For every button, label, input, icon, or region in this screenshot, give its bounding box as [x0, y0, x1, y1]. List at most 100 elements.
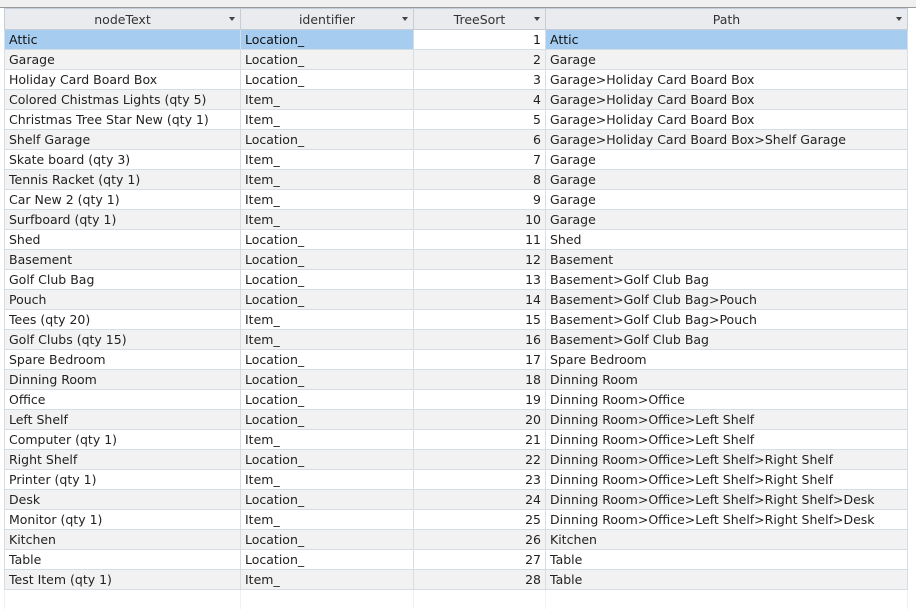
table-row[interactable]: PouchLocation_14Basement>Golf Club Bag>P… — [5, 290, 908, 310]
cell-nodetext[interactable]: Tees (qty 20) — [5, 310, 241, 330]
cell-path[interactable]: Garage>Holiday Card Board Box — [546, 110, 908, 130]
table-row[interactable]: Computer (qty 1)Item_21Dinning Room>Offi… — [5, 430, 908, 450]
table-row[interactable]: Colored Chistmas Lights (qty 5)Item_4Gar… — [5, 90, 908, 110]
table-row[interactable]: Printer (qty 1)Item_23Dinning Room>Offic… — [5, 470, 908, 490]
column-header-nodetext[interactable]: nodeText — [5, 9, 241, 30]
column-header-identifier[interactable]: identifier — [241, 9, 414, 30]
cell-identifier[interactable]: Item_ — [241, 330, 414, 350]
cell-path[interactable]: Garage — [546, 210, 908, 230]
cell-identifier[interactable]: Location_ — [241, 30, 414, 50]
cell-treesort[interactable]: 4 — [414, 90, 546, 110]
cell-identifier[interactable]: Item_ — [241, 210, 414, 230]
cell-path[interactable]: Kitchen — [546, 530, 908, 550]
cell-nodetext[interactable]: Dinning Room — [5, 370, 241, 390]
table-row[interactable]: GarageLocation_2Garage — [5, 50, 908, 70]
cell-path[interactable]: Dinning Room>Office>Left Shelf>Right She… — [546, 450, 908, 470]
table-row[interactable]: ShedLocation_11Shed — [5, 230, 908, 250]
table-row[interactable]: OfficeLocation_19Dinning Room>Office — [5, 390, 908, 410]
cell-identifier[interactable]: Location_ — [241, 130, 414, 150]
cell-path[interactable]: Garage — [546, 170, 908, 190]
cell-treesort[interactable]: 26 — [414, 530, 546, 550]
cell-treesort[interactable]: 20 — [414, 410, 546, 430]
cell-nodetext[interactable]: Shelf Garage — [5, 130, 241, 150]
cell-treesort[interactable]: 18 — [414, 370, 546, 390]
cell-identifier[interactable]: Location_ — [241, 350, 414, 370]
table-row[interactable]: Test Item (qty 1)Item_28Table — [5, 570, 908, 590]
cell-treesort[interactable]: 2 — [414, 50, 546, 70]
cell-path[interactable]: Dinning Room>Office — [546, 390, 908, 410]
dropdown-arrow-icon[interactable] — [402, 17, 408, 21]
cell-identifier[interactable]: Item_ — [241, 190, 414, 210]
cell-treesort[interactable]: 28 — [414, 570, 546, 590]
cell-path[interactable]: Dinning Room>Office>Left Shelf — [546, 410, 908, 430]
cell-nodetext[interactable]: Christmas Tree Star New (qty 1) — [5, 110, 241, 130]
cell-nodetext[interactable]: Pouch — [5, 290, 241, 310]
table-row[interactable]: Golf Clubs (qty 15)Item_16Basement>Golf … — [5, 330, 908, 350]
cell-nodetext[interactable]: Golf Clubs (qty 15) — [5, 330, 241, 350]
cell-treesort[interactable]: 10 — [414, 210, 546, 230]
table-row[interactable]: TableLocation_27Table — [5, 550, 908, 570]
cell-path[interactable]: Garage>Holiday Card Board Box — [546, 90, 908, 110]
cell-nodetext[interactable]: Holiday Card Board Box — [5, 70, 241, 90]
cell-nodetext[interactable]: Colored Chistmas Lights (qty 5) — [5, 90, 241, 110]
cell-treesort[interactable]: 9 — [414, 190, 546, 210]
cell-identifier[interactable]: Location_ — [241, 530, 414, 550]
empty-cell[interactable] — [414, 590, 546, 609]
cell-identifier[interactable]: Location_ — [241, 410, 414, 430]
cell-nodetext[interactable]: Right Shelf — [5, 450, 241, 470]
table-row[interactable]: KitchenLocation_26Kitchen — [5, 530, 908, 550]
table-row[interactable]: Car New 2 (qty 1)Item_9Garage — [5, 190, 908, 210]
cell-nodetext[interactable]: Kitchen — [5, 530, 241, 550]
cell-path[interactable]: Garage>Holiday Card Board Box — [546, 70, 908, 90]
cell-identifier[interactable]: Item_ — [241, 170, 414, 190]
cell-identifier[interactable]: Item_ — [241, 310, 414, 330]
cell-nodetext[interactable]: Attic — [5, 30, 241, 50]
cell-nodetext[interactable]: Printer (qty 1) — [5, 470, 241, 490]
cell-nodetext[interactable]: Spare Bedroom — [5, 350, 241, 370]
table-row[interactable]: Golf Club BagLocation_13Basement>Golf Cl… — [5, 270, 908, 290]
cell-treesort[interactable]: 12 — [414, 250, 546, 270]
cell-treesort[interactable]: 25 — [414, 510, 546, 530]
cell-identifier[interactable]: Location_ — [241, 550, 414, 570]
cell-treesort[interactable]: 22 — [414, 450, 546, 470]
cell-path[interactable]: Basement>Golf Club Bag>Pouch — [546, 290, 908, 310]
cell-path[interactable]: Basement>Golf Club Bag>Pouch — [546, 310, 908, 330]
cell-path[interactable]: Dinning Room>Office>Left Shelf>Right She… — [546, 510, 908, 530]
cell-path[interactable]: Garage — [546, 50, 908, 70]
table-row[interactable]: DeskLocation_24Dinning Room>Office>Left … — [5, 490, 908, 510]
cell-path[interactable]: Shed — [546, 230, 908, 250]
table-row[interactable]: Monitor (qty 1)Item_25Dinning Room>Offic… — [5, 510, 908, 530]
cell-nodetext[interactable]: Desk — [5, 490, 241, 510]
cell-treesort[interactable]: 23 — [414, 470, 546, 490]
cell-nodetext[interactable]: Car New 2 (qty 1) — [5, 190, 241, 210]
cell-treesort[interactable]: 16 — [414, 330, 546, 350]
cell-treesort[interactable]: 7 — [414, 150, 546, 170]
cell-identifier[interactable]: Location_ — [241, 390, 414, 410]
cell-treesort[interactable]: 14 — [414, 290, 546, 310]
cell-nodetext[interactable]: Left Shelf — [5, 410, 241, 430]
cell-identifier[interactable]: Location_ — [241, 370, 414, 390]
cell-identifier[interactable]: Location_ — [241, 230, 414, 250]
table-row[interactable]: Left ShelfLocation_20Dinning Room>Office… — [5, 410, 908, 430]
cell-path[interactable]: Dinning Room>Office>Left Shelf — [546, 430, 908, 450]
cell-path[interactable]: Dinning Room>Office>Left Shelf>Right She… — [546, 470, 908, 490]
cell-treesort[interactable]: 21 — [414, 430, 546, 450]
cell-path[interactable]: Table — [546, 570, 908, 590]
cell-treesort[interactable]: 8 — [414, 170, 546, 190]
cell-nodetext[interactable]: Monitor (qty 1) — [5, 510, 241, 530]
table-row[interactable]: Surfboard (qty 1)Item_10Garage — [5, 210, 908, 230]
table-row[interactable]: BasementLocation_12Basement — [5, 250, 908, 270]
cell-path[interactable]: Table — [546, 550, 908, 570]
cell-path[interactable]: Garage — [546, 190, 908, 210]
column-header-path[interactable]: Path — [546, 9, 908, 30]
cell-identifier[interactable]: Location_ — [241, 450, 414, 470]
empty-cell[interactable] — [5, 590, 241, 609]
cell-path[interactable]: Basement — [546, 250, 908, 270]
cell-nodetext[interactable]: Computer (qty 1) — [5, 430, 241, 450]
cell-identifier[interactable]: Location_ — [241, 270, 414, 290]
table-row[interactable]: Tennis Racket (qty 1)Item_8Garage — [5, 170, 908, 190]
cell-nodetext[interactable]: Basement — [5, 250, 241, 270]
column-header-treesort[interactable]: TreeSort — [414, 9, 546, 30]
cell-treesort[interactable]: 27 — [414, 550, 546, 570]
cell-path[interactable]: Attic — [546, 30, 908, 50]
